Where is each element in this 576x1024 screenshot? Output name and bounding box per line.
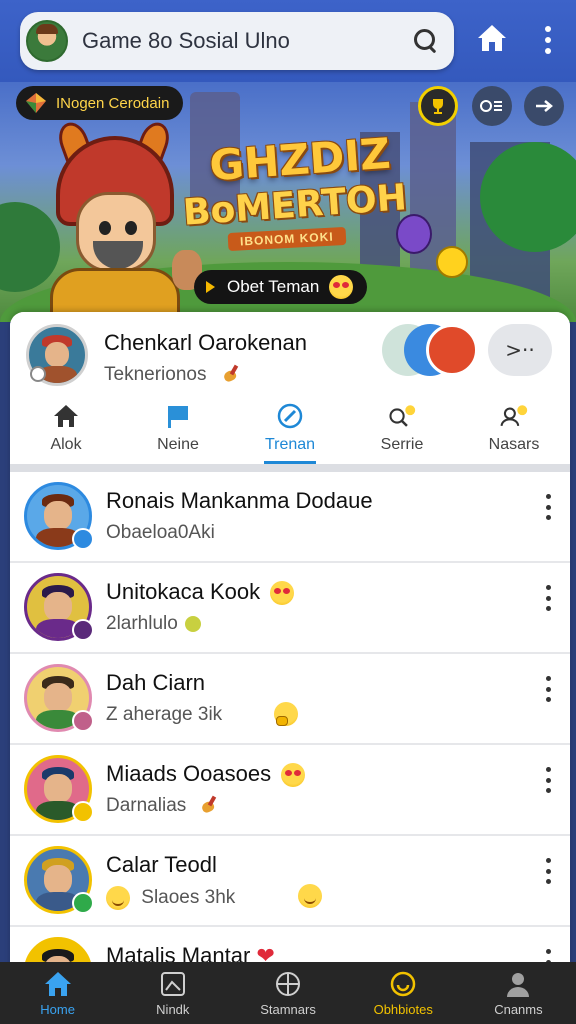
friend-status: Z aherage 3ik (106, 704, 223, 725)
more-vertical-icon[interactable] (544, 858, 552, 884)
settings-toggle-icon[interactable] (472, 86, 512, 126)
status-badge (72, 801, 94, 823)
top-bar: Game 8o Sosial Ulno (0, 0, 576, 82)
more-vertical-icon[interactable] (534, 22, 562, 58)
compass-icon (277, 403, 303, 429)
event-badge-label: INogen Cerodain (56, 94, 170, 112)
nav-stamnars[interactable]: Stamnars (230, 962, 345, 1024)
more-vertical-icon[interactable] (544, 494, 552, 520)
search-input[interactable]: Game 8o Sosial Ulno (82, 28, 412, 54)
tab-trenan[interactable]: Trenan (234, 396, 346, 464)
social-panel: Chenkarl Oarokenan Teknerionos >·· Alok … (10, 312, 570, 972)
friend-status: Darnalias (106, 795, 220, 817)
status-badge (72, 892, 94, 914)
flag-icon (168, 406, 188, 428)
search-emoji-icon (389, 405, 416, 427)
friend-status: Slaoes 3hk (106, 886, 235, 910)
tab-alok[interactable]: Alok (10, 396, 122, 464)
friend-bubbles[interactable] (382, 324, 478, 376)
friend-name: Calar Teodl (106, 852, 217, 877)
more-vertical-icon[interactable] (544, 767, 552, 793)
banner-subtitle: IBONOM KOKI (227, 226, 347, 252)
trophy-icon[interactable] (418, 86, 458, 126)
expand-more-button[interactable]: >·· (488, 324, 552, 376)
friend-name: Miaads Ooasoes (106, 761, 306, 788)
thinking-emoji-icon (274, 702, 298, 726)
smile-emoji-icon (106, 886, 130, 910)
image-icon (160, 971, 185, 996)
chicken-emoji-icon (220, 365, 242, 385)
profile-name: Chenkarl Oarokenan (104, 330, 308, 355)
play-icon (206, 281, 215, 293)
friend-list-item[interactable]: Ronais Mankanma Dodaue Obaeloa0Aki (10, 472, 570, 563)
nav-home[interactable]: Home (0, 962, 115, 1024)
gem-icon (26, 93, 46, 113)
tab-nasars[interactable]: Nasars (458, 396, 570, 464)
section-divider (10, 464, 570, 472)
heart-eyes-emoji-icon (329, 275, 354, 299)
search-bar[interactable]: Game 8o Sosial Ulno (20, 12, 454, 70)
heart-eyes-emoji-icon (270, 581, 295, 606)
game-banner[interactable]: GHZDIZ BoMERTOH IBONOM KOKI INogen Cerod… (0, 82, 576, 322)
friend-list-item[interactable]: Unitokaca Kook 2larhlulo (10, 563, 570, 654)
smile-circle-icon (390, 971, 416, 996)
user-emoji-icon (500, 405, 528, 427)
add-friend-label: Obet Teman (227, 277, 320, 296)
more-vertical-icon[interactable] (544, 676, 552, 702)
friend-name: Ronais Mankanma Dodaue (106, 488, 373, 513)
nav-nindk[interactable]: Nindk (115, 962, 230, 1024)
user-avatar[interactable] (26, 20, 68, 62)
heart-eyes-emoji-icon (281, 763, 306, 788)
home-icon (54, 405, 78, 427)
fire-bubble-icon (426, 324, 478, 376)
status-badge (72, 710, 94, 732)
nav-obhbiotes[interactable]: Obhbiotes (346, 962, 461, 1024)
bottom-navigation: Home Nindk Stamnars Obhbiotes Cnanms (0, 962, 576, 1024)
tab-serrie[interactable]: Serrie (346, 396, 458, 464)
profile-header[interactable]: Chenkarl Oarokenan Teknerionos >·· (10, 312, 570, 396)
home-icon (44, 971, 71, 996)
home-icon[interactable] (476, 22, 508, 54)
profile-subtitle: Teknerionos (104, 364, 242, 386)
status-badge (72, 528, 94, 550)
friends-list: Ronais Mankanma Dodaue Obaeloa0Aki Unito… (10, 472, 570, 972)
smile-emoji-icon (298, 884, 322, 908)
search-icon[interactable] (412, 27, 440, 55)
share-arrow-icon[interactable] (524, 86, 564, 126)
friend-list-item[interactable]: Dah Ciarn Z aherage 3ik (10, 654, 570, 745)
online-status-icon (30, 366, 46, 382)
yellow-creature-art (436, 246, 468, 278)
tab-neine[interactable]: Neine (122, 396, 234, 464)
add-friend-button[interactable]: Obet Teman (194, 270, 368, 304)
chevron-right-icon: >·· (505, 338, 535, 362)
status-badge (72, 619, 94, 641)
friend-list-item[interactable]: Calar Teodl Slaoes 3hk (10, 836, 570, 927)
tab-bar: Alok Neine Trenan Serrie Nasars (10, 396, 570, 464)
user-icon (507, 972, 530, 997)
friend-status: Obaeloa0Aki (106, 522, 215, 543)
coin-icon (185, 615, 202, 632)
nav-cnanms[interactable]: Cnanms (461, 962, 576, 1024)
friend-name: Dah Ciarn (106, 670, 206, 695)
globe-icon (276, 971, 300, 996)
chicken-emoji-icon (198, 796, 220, 816)
hero-character-art (40, 118, 190, 322)
more-vertical-icon[interactable] (544, 585, 552, 611)
friend-status: 2larhlulo (106, 613, 202, 635)
friend-list-item[interactable]: Miaads Ooasoes Darnalias (10, 745, 570, 836)
event-badge[interactable]: INogen Cerodain (16, 86, 184, 120)
purple-creature-art (396, 214, 432, 254)
friend-name: Unitokaca Kook (106, 579, 295, 606)
